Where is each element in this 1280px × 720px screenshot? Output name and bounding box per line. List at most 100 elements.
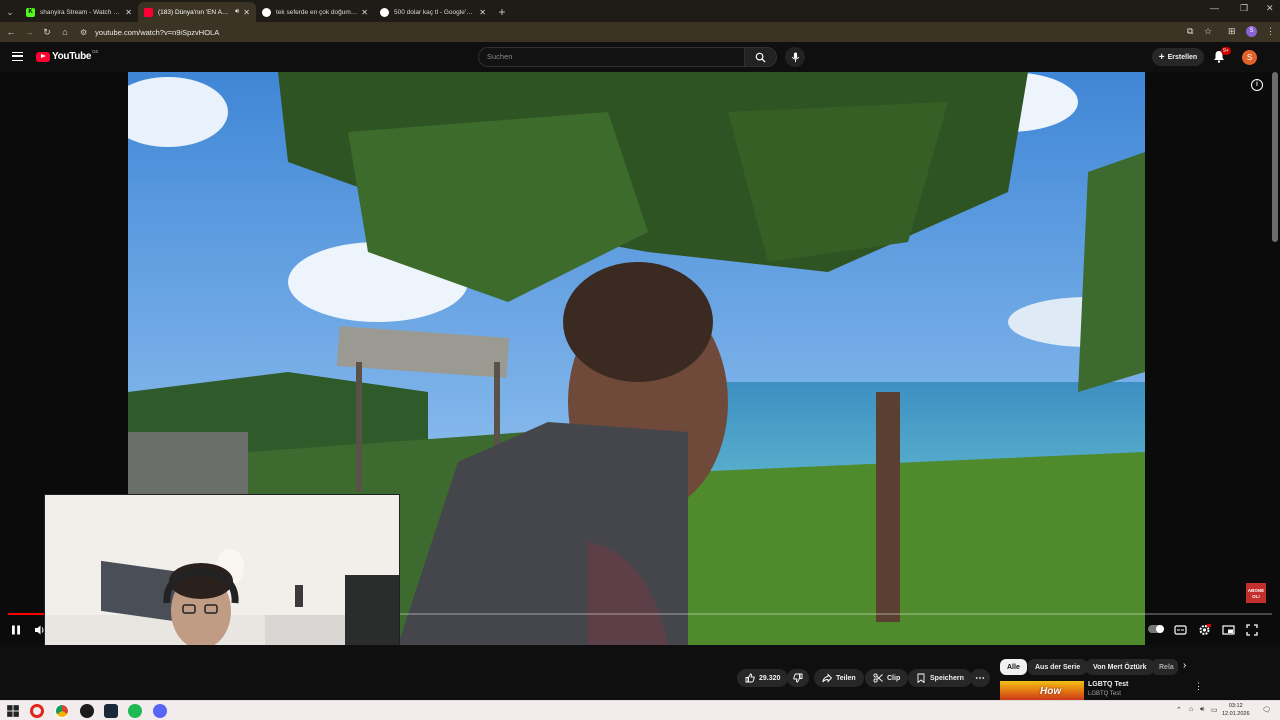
back-icon[interactable]: ← — [2, 27, 20, 37]
fullscreen-icon[interactable] — [1246, 624, 1258, 636]
forward-icon[interactable]: → — [20, 27, 38, 37]
thumbs-down-icon — [793, 673, 803, 683]
chevron-right-icon[interactable]: › — [1183, 660, 1186, 671]
tab-title: tek seferde en çok doğum yapa — [276, 8, 357, 16]
youtube-logo-text: YouTube — [52, 51, 92, 62]
google-favicon-icon — [262, 7, 271, 17]
extensions-icon[interactable]: ⊞ — [1228, 26, 1236, 37]
browser-tab[interactable]: tek seferde en çok doğum yapa ✕ — [256, 2, 374, 22]
speaker-icon[interactable]: 🔊︎ — [235, 8, 239, 16]
more-actions-button[interactable]: ⋯ — [970, 669, 990, 687]
taskbar-clock[interactable]: 03:12 12.01.2026 — [1222, 703, 1250, 718]
notifications-badge: 9+ — [1221, 47, 1231, 55]
progress-bar-fill — [8, 613, 46, 615]
tab-title: shanyira Stream - Watch Live o — [40, 8, 122, 16]
browser-profile-avatar[interactable]: S — [1246, 26, 1257, 37]
tab-close-icon[interactable]: ✕ — [479, 8, 486, 17]
install-app-icon[interactable]: ⧉ — [1187, 26, 1193, 37]
scissors-icon — [873, 673, 883, 683]
chip-from-channel[interactable]: Von Mert Öztürk — [1086, 659, 1154, 675]
autoplay-toggle[interactable] — [1148, 625, 1164, 633]
recommended-video-channel[interactable]: LGBTQ Test — [1088, 691, 1121, 697]
browser-menu-icon[interactable]: ⋮ — [1266, 26, 1275, 37]
address-bar[interactable]: ⚙ youtube.com/watch?v=n9iSpzvHOLA — [80, 24, 1180, 40]
youtube-favicon-icon — [144, 7, 153, 17]
search-icon — [755, 52, 766, 63]
more-vertical-icon[interactable]: ⋮ — [1194, 681, 1203, 692]
youtube-logo[interactable]: YouTube DE — [36, 49, 99, 62]
youtube-play-logo-icon — [36, 51, 50, 62]
site-settings-icon[interactable]: ⚙ — [80, 28, 87, 37]
restore-icon[interactable]: ❐ — [1240, 3, 1248, 14]
account-avatar[interactable]: S — [1242, 50, 1257, 65]
menu-icon[interactable] — [12, 52, 23, 61]
home-icon[interactable]: ⌂ — [56, 27, 74, 37]
pause-icon[interactable] — [10, 624, 22, 636]
share-label: Teilen — [836, 674, 856, 682]
browser-tab-strip: ⌄ K shanyira Stream - Watch Live o ✕ (18… — [0, 0, 1280, 22]
kick-favicon-icon: K — [26, 7, 35, 17]
tab-search-chevron-icon[interactable]: ⌄ — [0, 2, 20, 22]
create-button[interactable]: + Erstellen — [1152, 48, 1204, 66]
share-arrow-icon — [822, 673, 832, 683]
discord-icon[interactable] — [153, 704, 167, 718]
browser-tab[interactable]: 500 dolar kaç tl - Google'da Ar ✕ — [374, 2, 492, 22]
reload-icon[interactable]: ↻ — [38, 27, 56, 38]
clip-button[interactable]: Clip — [865, 669, 909, 687]
tab-title: (183) Dünya'nın 'EN AHLAK — [158, 8, 232, 16]
tray-chevron-up-icon[interactable]: ⌃ — [1176, 706, 1182, 714]
google-favicon-icon — [380, 7, 389, 17]
speaker-tray-icon[interactable]: 🔊︎ — [1200, 706, 1204, 714]
chrome-icon[interactable] — [55, 704, 69, 718]
close-window-icon[interactable]: ✕ — [1266, 3, 1274, 14]
settings-gear-icon[interactable] — [1198, 624, 1211, 636]
recommended-video-title[interactable]: LGBTQ Test — [1088, 681, 1128, 688]
search-button[interactable] — [744, 47, 777, 67]
tab-close-icon[interactable]: ✕ — [125, 8, 132, 17]
url-text: youtube.com/watch?v=n9iSpzvHOLA — [95, 27, 220, 37]
new-tab-plus-icon[interactable]: + — [492, 2, 512, 22]
search-input[interactable]: Suchen — [478, 47, 744, 67]
like-count: 29.320 — [759, 674, 781, 682]
recommended-video-thumbnail[interactable]: How — [1000, 681, 1084, 700]
dislike-button[interactable] — [787, 669, 809, 687]
info-icon[interactable]: i — [1251, 79, 1263, 91]
voice-search-button[interactable] — [785, 47, 805, 67]
browser-toolbar: ← → ↻ ⌂ ⚙ youtube.com/watch?v=n9iSpzvHOL… — [0, 22, 1280, 42]
bookmark-icon — [917, 673, 925, 683]
thumbs-up-icon — [745, 673, 755, 683]
more-horizontal-icon: ⋯ — [975, 672, 985, 684]
clip-label: Clip — [887, 674, 901, 682]
save-button[interactable]: Speichern — [908, 669, 972, 687]
microphone-icon — [791, 51, 799, 62]
bookmark-star-icon[interactable]: ☆ — [1204, 26, 1212, 37]
country-code: DE — [92, 49, 99, 54]
share-button[interactable]: Teilen — [814, 669, 864, 687]
tab-close-icon[interactable]: ✕ — [361, 8, 368, 17]
save-label: Speichern — [930, 674, 964, 682]
minimize-icon[interactable]: — — [1210, 3, 1219, 13]
spotify-icon[interactable] — [128, 704, 142, 718]
subtitles-icon[interactable] — [1174, 624, 1187, 636]
steam-icon[interactable] — [104, 704, 118, 718]
browser-tab-active[interactable]: (183) Dünya'nın 'EN AHLAK 🔊︎ ✕ — [138, 2, 256, 22]
tab-title: 500 dolar kaç tl - Google'da Ar — [394, 8, 476, 16]
like-button[interactable]: 29.320 — [737, 669, 789, 687]
miniplayer-icon[interactable] — [1222, 624, 1235, 636]
chip-from-series[interactable]: Aus der Serie — [1028, 659, 1088, 675]
browser-tab[interactable]: K shanyira Stream - Watch Live o ✕ — [20, 2, 138, 22]
subscribe-badge: ABONE OL! — [1246, 583, 1266, 603]
network-icon[interactable]: ⌂ — [1189, 706, 1193, 713]
notification-center-icon[interactable]: 🗨︎ — [1262, 706, 1271, 714]
windows-taskbar: ⌃ ⌂ 🔊︎ ▭ 03:12 12.01.2026 🗨︎ — [0, 700, 1280, 720]
page-scrollbar[interactable] — [1272, 72, 1278, 242]
chip-related[interactable]: Rela — [1152, 659, 1178, 675]
search-placeholder: Suchen — [487, 52, 513, 61]
chip-all[interactable]: Alle — [1000, 659, 1027, 675]
tab-close-icon[interactable]: ✕ — [243, 8, 250, 17]
capcut-icon[interactable] — [80, 704, 94, 718]
create-label: Erstellen — [1167, 53, 1198, 61]
battery-icon[interactable]: ▭ — [1211, 706, 1218, 714]
windows-start-icon[interactable] — [6, 704, 20, 718]
opera-icon[interactable] — [30, 704, 44, 718]
